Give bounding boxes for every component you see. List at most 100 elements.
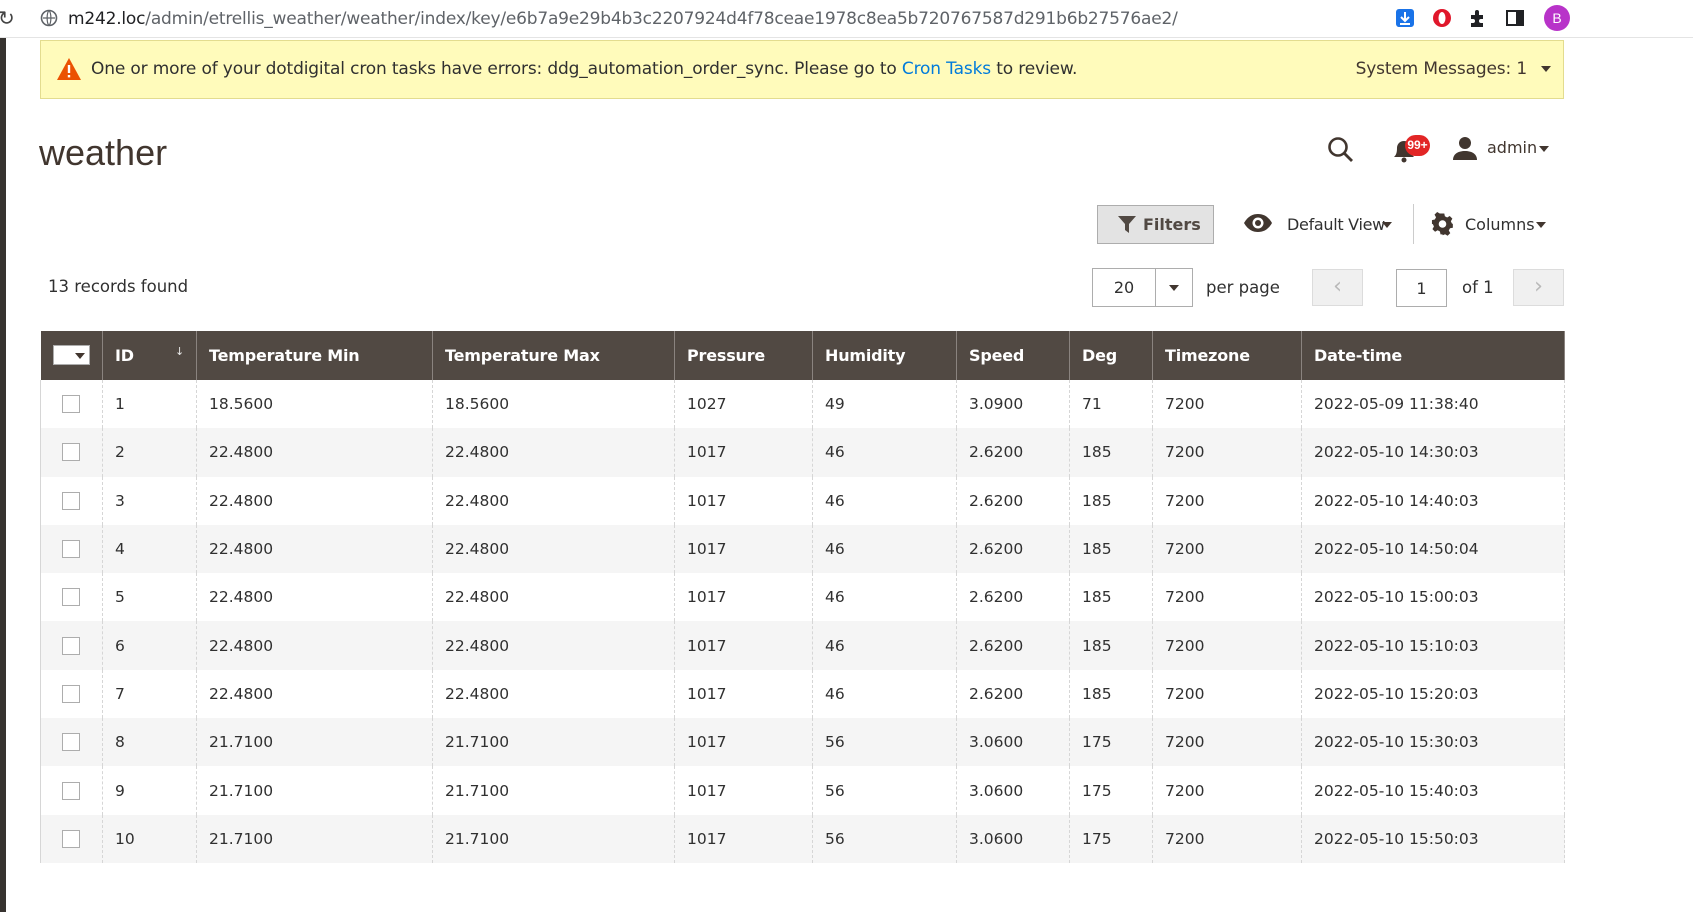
cell-temperature-max: 21.7100 (432, 814, 675, 863)
cell-pressure: 1017 (674, 476, 813, 525)
filters-button[interactable]: Filters (1097, 205, 1214, 244)
row-checkbox[interactable] (62, 781, 80, 800)
row-select-cell (40, 428, 103, 477)
row-checkbox[interactable] (62, 829, 80, 848)
opera-icon[interactable] (1431, 7, 1453, 29)
cell-deg: 185 (1069, 621, 1153, 670)
table-row[interactable]: 5 22.4800 22.4800 1017 46 2.6200 185 7200 2022-0… (40, 573, 1565, 622)
row-checkbox[interactable] (62, 443, 80, 462)
cell-humidity: 46 (812, 428, 957, 477)
cell-temperature-max: 22.4800 (432, 621, 675, 670)
system-message-after: to review. (990, 59, 1078, 79)
reload-icon[interactable]: ↻ (0, 6, 15, 30)
search-icon[interactable] (1326, 135, 1354, 163)
column-header-deg[interactable]: Deg (1069, 331, 1153, 380)
cell-deg: 185 (1069, 428, 1153, 477)
row-checkbox[interactable] (62, 395, 80, 414)
cell-humidity: 56 (812, 718, 957, 767)
row-checkbox[interactable] (62, 491, 80, 510)
columns-dropdown[interactable]: Columns (1431, 207, 1551, 241)
system-message-before: One or more of your dotdigital cron task… (91, 59, 902, 79)
cron-tasks-link[interactable]: Cron Tasks (902, 59, 991, 79)
table-row[interactable]: 7 22.4800 22.4800 1017 46 2.6200 185 7200 2022-0… (40, 669, 1565, 719)
download-icon[interactable] (1394, 7, 1416, 29)
cell-temperature-min: 22.4800 (196, 476, 433, 525)
column-header-humidity[interactable]: Humidity (812, 331, 957, 380)
column-header-id[interactable]: ID ↓ (102, 331, 197, 380)
cell-deg: 71 (1069, 380, 1153, 429)
cell-temperature-max: 21.7100 (432, 766, 675, 815)
column-header-label: ID (115, 346, 134, 365)
per-page-label: per page (1206, 278, 1280, 297)
page-title: weather (39, 132, 168, 173)
cell-temperature-min: 22.4800 (196, 428, 433, 477)
default-view-dropdown[interactable]: Default View (1243, 207, 1403, 241)
next-page-button[interactable]: › (1513, 269, 1564, 306)
cell-humidity: 56 (812, 766, 957, 815)
row-checkbox[interactable] (62, 733, 80, 752)
previous-page-button[interactable]: ‹ (1312, 269, 1363, 306)
column-header-timezone[interactable]: Timezone (1152, 331, 1302, 380)
cell-pressure: 1017 (674, 669, 813, 719)
column-header-temperature-max[interactable]: Temperature Max (432, 331, 675, 380)
column-header-pressure[interactable]: Pressure (674, 331, 813, 380)
mass-select-dropdown[interactable] (52, 345, 90, 365)
cell-temperature-min: 21.7100 (196, 718, 433, 767)
row-select-cell (40, 380, 103, 429)
cell-date-time: 2022-05-10 14:50:04 (1301, 524, 1565, 574)
table-row[interactable]: 4 22.4800 22.4800 1017 46 2.6200 185 7200 2022-0… (40, 524, 1565, 574)
row-checkbox[interactable] (62, 540, 80, 559)
cell-id: 5 (102, 573, 197, 622)
cell-temperature-max: 22.4800 (432, 573, 675, 622)
mass-select-checkbox[interactable] (54, 347, 72, 363)
cell-id: 10 (102, 814, 197, 863)
records-found: 13 records found (48, 277, 189, 296)
column-header-temperature-min[interactable]: Temperature Min (196, 331, 433, 380)
table-row[interactable]: 2 22.4800 22.4800 1017 46 2.6200 185 7200 2022-0… (40, 428, 1565, 477)
page-of-label: of 1 (1462, 278, 1494, 297)
cell-date-time: 2022-05-10 15:40:03 (1301, 766, 1565, 815)
table-row[interactable]: 6 22.4800 22.4800 1017 46 2.6200 185 7200 2022-0… (40, 621, 1565, 670)
row-checkbox[interactable] (62, 588, 80, 607)
cell-humidity: 56 (812, 814, 957, 863)
cell-id: 3 (102, 476, 197, 525)
row-checkbox[interactable] (62, 636, 80, 655)
url-field[interactable]: m242.loc/admin/etrellis_weather/weather/… (68, 9, 1178, 29)
table-row[interactable]: 3 22.4800 22.4800 1017 46 2.6200 185 7200 2022-0… (40, 476, 1565, 525)
cell-date-time: 2022-05-10 14:30:03 (1301, 428, 1565, 477)
row-select-cell (40, 669, 103, 719)
site-info-icon[interactable] (40, 9, 58, 27)
extensions-puzzle-icon[interactable] (1467, 7, 1489, 29)
chevron-down-icon (1539, 146, 1549, 152)
cell-timezone: 7200 (1152, 814, 1302, 863)
url-path: /admin/etrellis_weather/weather/index/ke… (145, 9, 1178, 29)
side-panel-icon[interactable] (1504, 7, 1526, 29)
browser-address-bar: ↻ m242.loc/admin/etrellis_weather/weathe… (0, 0, 1693, 38)
profile-avatar[interactable]: B (1544, 5, 1570, 31)
system-messages-count[interactable]: System Messages: 1 (1356, 59, 1528, 79)
table-row[interactable]: 9 21.7100 21.7100 1017 56 3.0600 175 7200 2022-0… (40, 766, 1565, 815)
cell-timezone: 7200 (1152, 669, 1302, 719)
table-row[interactable]: 10 21.7100 21.7100 1017 56 3.0600 175 7200 2022-… (40, 814, 1565, 863)
cell-id: 8 (102, 718, 197, 767)
column-header-speed[interactable]: Speed (956, 331, 1070, 380)
current-page-input[interactable] (1396, 269, 1447, 307)
row-select-cell (40, 476, 103, 525)
per-page-select[interactable]: 20 (1092, 268, 1193, 307)
cell-pressure: 1017 (674, 718, 813, 767)
row-select-cell (40, 573, 103, 622)
cell-humidity: 46 (812, 621, 957, 670)
cell-temperature-max: 21.7100 (432, 718, 675, 767)
cell-deg: 185 (1069, 669, 1153, 719)
system-messages-toggle-icon[interactable] (1541, 66, 1551, 72)
row-checkbox[interactable] (62, 684, 80, 703)
cell-deg: 175 (1069, 814, 1153, 863)
cell-deg: 185 (1069, 573, 1153, 622)
table-row[interactable]: 1 18.5600 18.5600 1027 49 3.0900 71 7200 2022-05… (40, 380, 1565, 429)
table-row[interactable]: 8 21.7100 21.7100 1017 56 3.0600 175 7200 2022-0… (40, 718, 1565, 767)
cell-date-time: 2022-05-09 11:38:40 (1301, 380, 1565, 429)
gear-icon (1431, 212, 1453, 236)
column-header-date-time[interactable]: Date-time (1301, 331, 1565, 380)
per-page-toggle[interactable] (1155, 269, 1192, 306)
cell-temperature-max: 22.4800 (432, 476, 675, 525)
